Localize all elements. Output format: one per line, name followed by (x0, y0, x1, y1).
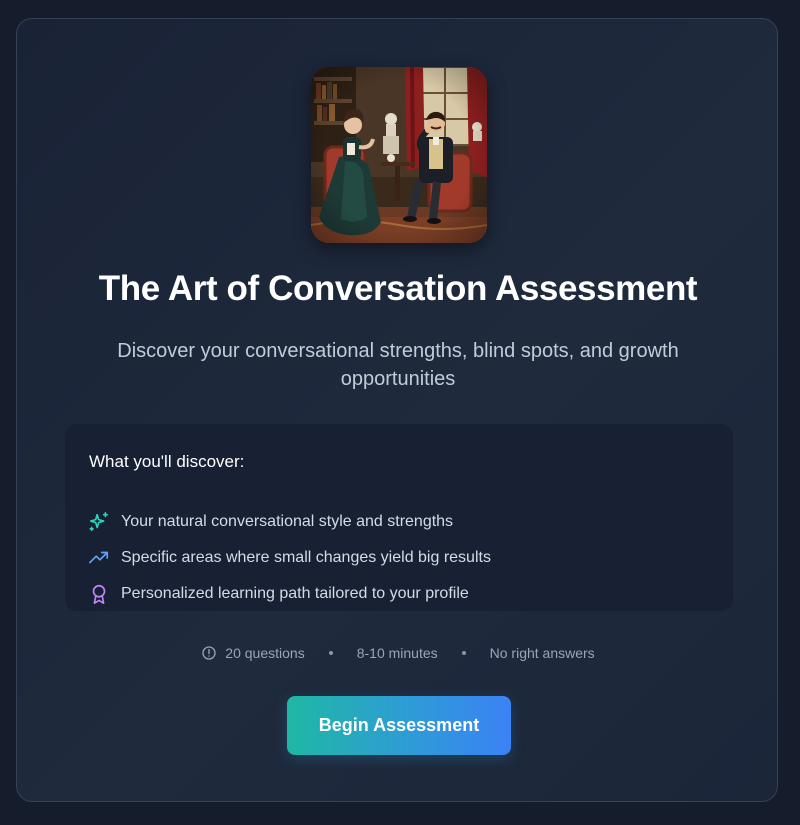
sparkles-icon (87, 510, 111, 534)
discover-heading: What you'll discover: (89, 452, 245, 471)
page-subtitle: Discover your conversational strengths, … (117, 340, 679, 390)
assessment-meta: 20 questions 8-10 minutes No right answe… (17, 643, 779, 663)
meta-questions: 20 questions (201, 645, 305, 661)
note-text: No right answers (489, 645, 595, 661)
benefit-label: Specific areas where small changes yield… (121, 549, 491, 566)
benefit-label: Personalized learning path tailored to y… (121, 585, 469, 602)
separator-dot (328, 651, 333, 655)
benefit-item-style: Your natural conversational style and st… (87, 510, 453, 534)
trending-up-icon (87, 546, 111, 570)
conversation-painting-image (311, 67, 487, 243)
page-title: The Art of Conversation Assessment (98, 269, 698, 308)
separator-dot (461, 651, 466, 655)
benefit-item-areas: Specific areas where small changes yield… (87, 546, 491, 570)
benefit-label: Your natural conversational style and st… (121, 513, 454, 530)
begin-assessment-button[interactable]: Begin Assessment (287, 696, 511, 755)
duration-text: 8-10 minutes (356, 645, 438, 661)
assessment-card: The Art of Conversation Assessment Disco… (16, 18, 778, 802)
award-icon (87, 582, 111, 606)
questions-count: 20 questions (225, 645, 305, 661)
info-icon (201, 645, 217, 661)
benefit-item-path: Personalized learning path tailored to y… (87, 582, 469, 606)
discover-panel: What you'll discover: Your natural conve… (65, 424, 733, 611)
